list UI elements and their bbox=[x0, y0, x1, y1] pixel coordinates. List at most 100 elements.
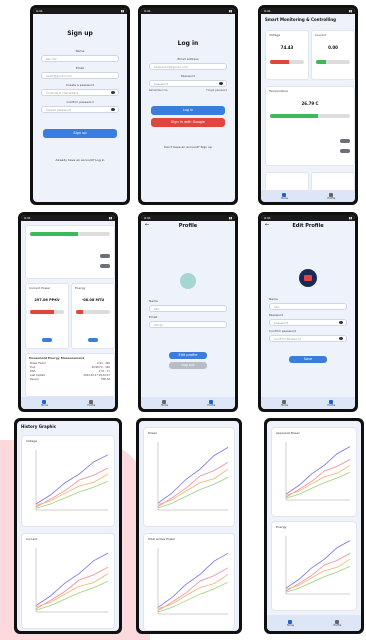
remember-me-checkbox[interactable]: Remember me bbox=[149, 89, 168, 92]
eye-icon[interactable] bbox=[339, 337, 343, 340]
toggle-switch[interactable] bbox=[100, 264, 110, 268]
save-button[interactable]: Save bbox=[289, 356, 327, 363]
nav-home-label: Home bbox=[280, 403, 289, 407]
edit-profile-screen: 9:41 ▮▮ ← Edit Profile Name Abc Password … bbox=[261, 215, 355, 409]
current-value: 0.00 bbox=[328, 45, 338, 50]
nav-home[interactable]: Home bbox=[287, 619, 294, 627]
name-label: Name bbox=[75, 49, 85, 53]
confirm-password-field[interactable]: Confirm Password bbox=[269, 335, 347, 342]
line-graph bbox=[285, 442, 351, 501]
name-field[interactable]: Abc bbox=[269, 303, 347, 310]
graph-line-1 bbox=[285, 540, 351, 589]
graph-card: Energy bbox=[271, 521, 357, 611]
nav-home[interactable]: Home bbox=[41, 399, 48, 407]
graph-line-1 bbox=[157, 447, 229, 504]
measurement-table: Household Energy Measurement Power Facto… bbox=[25, 353, 115, 397]
email-label: Email bbox=[149, 315, 158, 319]
nav-profile[interactable]: Profile bbox=[327, 399, 336, 407]
graph-line-1 bbox=[157, 552, 229, 608]
dashboard-screen: 9:41 ▮▮ Smart Monitoring & Controlling Vo… bbox=[261, 8, 355, 202]
email-label: Email bbox=[75, 66, 85, 70]
power-value: 297.06 PPKV bbox=[34, 298, 60, 302]
graph-title: Energy bbox=[276, 525, 287, 529]
password-label: Password bbox=[269, 313, 284, 317]
table-title: Household Energy Measurement bbox=[29, 356, 85, 360]
temperature-card: Temperature 26.79 C bbox=[265, 86, 355, 166]
toggle-switch[interactable] bbox=[88, 338, 98, 342]
nav-home[interactable]: Home bbox=[161, 399, 168, 407]
phone-history-3: Apparent Power Energy Home Profile bbox=[264, 418, 364, 634]
graph-title: Total Active Power bbox=[148, 537, 176, 541]
edit-profile-button[interactable]: Edit profile bbox=[169, 352, 207, 359]
status-bar: 9:41 ▮▮ bbox=[21, 215, 115, 221]
logout-button[interactable]: Log out bbox=[169, 362, 207, 369]
eye-icon[interactable] bbox=[111, 91, 115, 94]
nav-profile-label: Profile bbox=[327, 403, 336, 407]
nav-profile[interactable]: Profile bbox=[333, 619, 342, 627]
graph-line-1 bbox=[35, 454, 109, 505]
signup-screen: 9:41 ▮▮ Sign up Name Abc dd Email hello@g… bbox=[33, 8, 127, 202]
nav-home-label: Home bbox=[280, 196, 289, 200]
password-field[interactable]: password bbox=[149, 80, 227, 87]
graph-line-1 bbox=[285, 446, 351, 495]
password-field[interactable]: password bbox=[269, 319, 347, 326]
graph-title: Current bbox=[26, 537, 38, 541]
signup-button[interactable]: Sign up bbox=[43, 129, 117, 138]
graph-card: Current bbox=[21, 533, 115, 629]
email-field[interactable]: helloworld@gmail.com bbox=[149, 63, 227, 70]
toggle-switch[interactable] bbox=[100, 254, 110, 258]
toggle-switch[interactable] bbox=[42, 338, 52, 342]
phone-history-2: Power Total Active Power bbox=[136, 418, 242, 634]
energy-card: Energy -08.08 MTU bbox=[71, 283, 115, 349]
nav-home[interactable]: Home bbox=[280, 399, 289, 407]
line-graph bbox=[35, 548, 109, 613]
password-label: Password bbox=[180, 74, 195, 78]
mini-card bbox=[311, 172, 355, 192]
avatar bbox=[180, 273, 196, 289]
signup-link[interactable]: Don't have an account? Sign up bbox=[141, 145, 235, 149]
nav-profile[interactable]: Profile bbox=[327, 192, 336, 200]
graph-line-2 bbox=[285, 459, 351, 498]
back-arrow-icon[interactable]: ← bbox=[145, 222, 149, 228]
graph-title: Apparent Power bbox=[276, 431, 300, 435]
camera-icon[interactable] bbox=[299, 269, 317, 287]
nav-profile[interactable]: Profile bbox=[208, 399, 215, 407]
eye-icon[interactable] bbox=[339, 321, 343, 324]
history-screen: Apparent Power Energy Home Profile bbox=[267, 421, 361, 631]
temperature-value: 26.79 C bbox=[301, 101, 319, 106]
temperature-bar bbox=[270, 114, 350, 118]
google-signin-button[interactable]: Sign in with Google bbox=[151, 118, 225, 127]
eye-icon[interactable] bbox=[111, 108, 115, 111]
phone-dashboard: 9:41 ▮▮ Smart Monitoring & Controlling Vo… bbox=[258, 5, 358, 205]
password-field[interactable]: must be 8 characters bbox=[41, 89, 119, 96]
confirm-placeholder: repeat password bbox=[46, 108, 71, 112]
forgot-password-link[interactable]: Forgot password bbox=[206, 89, 227, 92]
card-title: Temperature bbox=[269, 89, 289, 93]
nav-profile-label: Profile bbox=[327, 196, 336, 200]
email-field[interactable]: hello@gmail.com bbox=[41, 72, 119, 79]
name-field[interactable]: Abc dd bbox=[41, 55, 119, 62]
login-link[interactable]: Already have an account? Log in bbox=[33, 158, 127, 162]
login-button[interactable]: Log in bbox=[151, 106, 225, 115]
status-bar: 9:41 ▮▮ bbox=[141, 8, 235, 14]
name-field: Abc bbox=[149, 305, 227, 312]
toggle-switch[interactable] bbox=[340, 149, 350, 153]
power-bar bbox=[30, 310, 64, 314]
graph-card: Voltage bbox=[21, 435, 115, 527]
nav-profile[interactable]: Profile bbox=[88, 399, 95, 407]
card-title: Current bbox=[315, 33, 327, 37]
confirm-label: Confirm password bbox=[269, 329, 297, 333]
page-title: Smart Monitoring & Controlling bbox=[265, 17, 336, 22]
nav-profile-label: Profile bbox=[333, 623, 342, 627]
login-screen: 9:41 ▮▮ Log in Email address helloworld@g… bbox=[141, 8, 235, 202]
back-arrow-icon[interactable]: ← bbox=[265, 222, 269, 228]
row-label: Device bbox=[30, 378, 39, 381]
confirm-password-field[interactable]: repeat password bbox=[41, 106, 119, 113]
toggle-switch[interactable] bbox=[340, 139, 350, 143]
eye-icon[interactable] bbox=[219, 82, 223, 85]
password-label: Create a password bbox=[66, 83, 94, 87]
current-bar bbox=[316, 60, 350, 64]
nav-home[interactable]: Home bbox=[280, 192, 289, 200]
voltage-bar bbox=[270, 60, 304, 64]
line-graph bbox=[35, 450, 109, 511]
